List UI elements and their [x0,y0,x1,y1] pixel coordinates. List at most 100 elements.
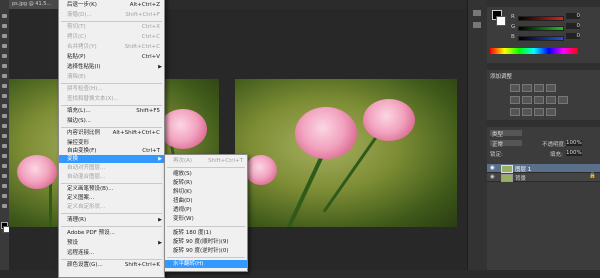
channel-r-label: R [511,14,515,20]
exposure-adjust-icon[interactable] [546,84,556,92]
submenu-item-flip-horizontal[interactable]: 水平翻转(H) [165,260,247,268]
submenu-item-rotate-180[interactable]: 旋转 180 度(1) [165,229,247,237]
menu-item-copy[interactable]: 拷贝(C) Ctrl+C [59,33,164,41]
blur-tool-icon[interactable] [2,134,7,138]
hand-tool-icon[interactable] [2,194,7,198]
type-tool-icon[interactable] [2,164,7,168]
shape-tool-icon[interactable] [2,184,7,188]
brush-tool-icon[interactable] [2,84,7,88]
channel-g-slider[interactable] [518,26,564,31]
hue-saturation-adjust-icon[interactable] [522,96,532,104]
channel-b-slider[interactable] [518,36,564,41]
history-brush-tool-icon[interactable] [2,104,7,108]
brightness-adjust-icon[interactable] [510,84,520,92]
black-white-adjust-icon[interactable] [546,96,556,104]
zoom-tool-icon[interactable] [2,204,7,208]
submenu-item-perspective[interactable]: 透视(P) [165,206,247,214]
gradient-map-adjust-icon[interactable] [546,108,556,116]
menu-item-fill[interactable]: 填充(L)... Shift+F5 [59,107,164,115]
channel-r-slider[interactable] [518,16,564,21]
submenu-item-rotate[interactable]: 旋转(R) [165,179,247,187]
menu-item-paste-special[interactable]: 选择性粘贴(I) ▶ [59,63,164,71]
adjustments-panel-header [487,63,600,70]
channel-b-value[interactable]: 0 [566,33,580,39]
submenu-item-distort[interactable]: 扭曲(D) [165,197,247,205]
layer-kind-filter[interactable]: 类型 [490,130,522,138]
menu-item-content-aware-scale[interactable]: 内容识别比例 Alt+Shift+Ctrl+C [59,129,164,137]
channel-b-label: B [511,34,515,40]
submenu-item-rotate-90-cw[interactable]: 旋转 90 度(顺时针)(9) [165,238,247,246]
menu-item-find-replace[interactable]: 查找和替换文本(X)... [59,95,164,103]
menu-item-define-pattern[interactable]: 定义图案... [59,194,164,202]
menu-item-paste[interactable]: 粘贴(P) Ctrl+V [59,53,164,61]
submenu-item-warp[interactable]: 变形(W) [165,215,247,223]
menu-item-fade[interactable]: 渐隐(D)... Shift+Ctrl+F [59,11,164,19]
transform-submenu: 再次(A) Shift+Ctrl+T 缩放(S) 旋转(R) 斜切(K) 扭曲(D… [164,154,248,272]
submenu-item-scale[interactable]: 缩放(S) [165,170,247,178]
visibility-eye-icon[interactable]: ◉ [490,165,495,171]
layer-name[interactable]: 图层 1 [515,165,531,173]
dodge-tool-icon[interactable] [2,144,7,148]
menu-item-adobe-pdf-presets[interactable]: Adobe PDF 预设... [59,229,164,237]
clone-stamp-tool-icon[interactable] [2,94,7,98]
crop-tool-icon[interactable] [2,54,7,58]
menu-item-stroke[interactable]: 描边(S)... [59,117,164,125]
carnation-flower [159,109,207,149]
menu-item-remote-connections[interactable]: 远程连接... [59,249,164,257]
menu-item-color-settings[interactable]: 颜色设置(G)... Shift+Ctrl+K [59,261,164,269]
submenu-item-again[interactable]: 再次(A) Shift+Ctrl+T [165,157,247,165]
layer-row-layer1[interactable]: ◉ 图层 1 [487,164,600,173]
eyedropper-tool-icon[interactable] [2,64,7,68]
menu-item-define-custom-shape[interactable]: 定义自定形状... [59,203,164,211]
healing-brush-tool-icon[interactable] [2,74,7,78]
move-tool-icon[interactable] [2,14,7,18]
marquee-tool-icon[interactable] [2,24,7,28]
color-bg-swatch[interactable] [496,16,506,26]
eraser-tool-icon[interactable] [2,114,7,118]
layer-name[interactable]: 背景 [515,174,526,182]
menu-item-cut[interactable]: 剪切(T) Ctrl+X [59,23,164,31]
photo-filter-adjust-icon[interactable] [558,96,568,104]
submenu-item-rotate-90-ccw[interactable]: 旋转 90 度(逆时针)(0) [165,247,247,255]
menu-item-puppet-warp[interactable]: 操控变形 [59,139,164,147]
menu-item-copy-merged[interactable]: 合并拷贝(Y) Shift+Ctrl+C [59,43,164,51]
menu-item-define-brush[interactable]: 定义画笔预设(B)... [59,185,164,193]
layer-thumbnail [501,165,513,173]
submenu-arrow-icon: ▶ [158,217,162,223]
pen-tool-icon[interactable] [2,154,7,158]
curves-adjust-icon[interactable] [534,84,544,92]
color-spectrum-ramp[interactable] [490,48,578,54]
carnation-flower [17,155,57,189]
menu-item-step-backward[interactable]: 后退一步(K) Alt+Ctrl+Z [59,1,164,9]
lasso-tool-icon[interactable] [2,34,7,38]
menu-item-presets[interactable]: 预设 ▶ [59,239,164,247]
channel-r-value[interactable]: 0 [566,13,580,19]
blend-mode-select[interactable]: 正常 [490,140,522,148]
menu-item-free-transform[interactable]: 自由变换(F) Ctrl+T [59,147,164,155]
threshold-adjust-icon[interactable] [534,108,544,116]
menu-item-transform[interactable]: 变换 ▶ [59,155,164,163]
menu-item-purge[interactable]: 清理(R) ▶ [59,216,164,224]
properties-panel-icon[interactable] [473,22,481,28]
layer-row-background[interactable]: ◉ 背景 🔒 [487,173,600,182]
invert-adjust-icon[interactable] [510,108,520,116]
menu-item-auto-align-layers[interactable]: 自动对齐图层... [59,164,164,172]
gradient-tool-icon[interactable] [2,124,7,128]
adjustments-title: 添加调整 [490,74,513,80]
vibrance-adjust-icon[interactable] [510,96,520,104]
menu-item-auto-blend-layers[interactable]: 自动混合图层... [59,173,164,181]
posterize-adjust-icon[interactable] [522,108,532,116]
color-balance-adjust-icon[interactable] [534,96,544,104]
quick-select-tool-icon[interactable] [2,44,7,48]
opacity-input[interactable]: 100% [566,140,582,146]
channel-g-value[interactable]: 0 [566,23,580,29]
fill-input[interactable]: 100% [566,150,582,156]
levels-adjust-icon[interactable] [522,84,532,92]
opacity-label: 不透明度: [542,142,566,148]
submenu-item-skew[interactable]: 斜切(K) [165,188,247,196]
visibility-eye-icon[interactable]: ◉ [490,174,495,180]
history-panel-icon[interactable] [473,10,481,16]
path-select-tool-icon[interactable] [2,174,7,178]
menu-item-clear[interactable]: 清除(E) [59,73,164,81]
menu-item-check-spelling[interactable]: 拼写检查(H)... [59,85,164,93]
